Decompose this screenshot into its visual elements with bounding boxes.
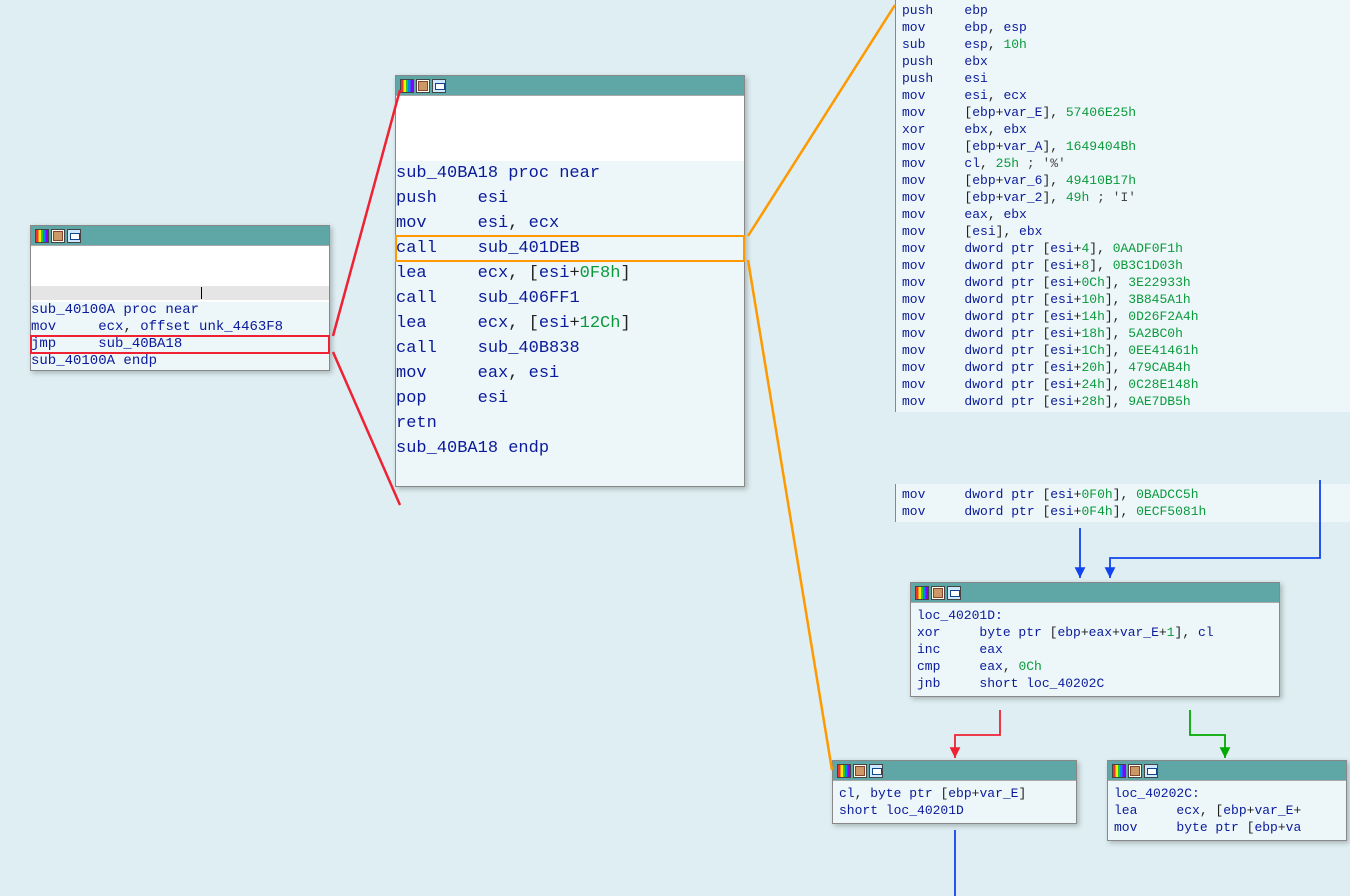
graph-icon[interactable] xyxy=(1144,764,1158,778)
asm-line[interactable]: mov ecx, offset unk_4463F8 xyxy=(31,319,329,336)
code-block: sub_40BA18 proc nearpush esimov esi, ecx… xyxy=(396,161,744,461)
asm-line[interactable]: push ebp xyxy=(902,2,1344,19)
code-block: sub_40100A proc nearmov ecx, offset unk_… xyxy=(31,302,329,370)
asm-line[interactable]: push esi xyxy=(396,186,744,211)
graph-node-sub_40100A[interactable]: sub_40100A proc nearmov ecx, offset unk_… xyxy=(30,225,330,371)
asm-line[interactable]: mov esi, ecx xyxy=(902,87,1344,104)
asm-line[interactable]: cl, byte ptr [ebp+var_E] xyxy=(839,785,1070,802)
asm-line[interactable]: mov dword ptr [esi+0F4h], 0ECF5081h xyxy=(902,503,1344,520)
asm-line[interactable]: mov eax, ebx xyxy=(902,206,1344,223)
graph-node-tail[interactable]: mov dword ptr [esi+0F0h], 0BADCC5hmov dw… xyxy=(895,484,1350,522)
asm-line[interactable]: short loc_40201D xyxy=(839,802,1070,819)
graph-node-bottom-left[interactable]: cl, byte ptr [ebp+var_E]short loc_40201D xyxy=(832,760,1077,824)
config-icon[interactable] xyxy=(1128,764,1142,778)
loc-label: loc_40202C: xyxy=(1114,786,1200,801)
asm-line[interactable]: inc eax xyxy=(917,641,1273,658)
asm-line[interactable]: mov dword ptr [esi+0Ch], 3E22933h xyxy=(902,274,1344,291)
asm-line[interactable]: mov dword ptr [esi+20h], 479CAB4h xyxy=(902,359,1344,376)
asm-line[interactable]: call sub_401DEB xyxy=(396,236,744,261)
asm-line[interactable]: sub_40BA18 proc near xyxy=(396,161,744,186)
asm-line[interactable]: lea ecx, [esi+12Ch] xyxy=(396,311,744,336)
palette-icon[interactable] xyxy=(1112,764,1126,778)
asm-line[interactable]: call sub_40B838 xyxy=(396,336,744,361)
asm-line[interactable]: mov [ebp+var_E], 57406E25h xyxy=(902,104,1344,121)
code-block: loc_40201D: xor byte ptr [ebp+eax+var_E+… xyxy=(911,603,1279,696)
asm-line[interactable]: mov ebp, esp xyxy=(902,19,1344,36)
palette-icon[interactable] xyxy=(35,229,49,243)
asm-line[interactable]: mov eax, esi xyxy=(396,361,744,386)
asm-line[interactable]: mov dword ptr [esi+0F0h], 0BADCC5h xyxy=(902,486,1344,503)
asm-line[interactable]: sub_40BA18 endp xyxy=(396,436,744,461)
node-titlebar xyxy=(833,761,1076,781)
node-titlebar xyxy=(911,583,1279,603)
asm-line[interactable]: mov [esi], ebx xyxy=(902,223,1344,240)
asm-line[interactable]: call sub_406FF1 xyxy=(396,286,744,311)
asm-line[interactable]: mov [ebp+var_2], 49h ; 'I' xyxy=(902,189,1344,206)
asm-line[interactable]: push ebx xyxy=(902,53,1344,70)
code-block: mov dword ptr [esi+0F0h], 0BADCC5hmov dw… xyxy=(896,484,1350,522)
loc-label: loc_40201D: xyxy=(917,608,1003,623)
asm-line[interactable]: xor ebx, ebx xyxy=(902,121,1344,138)
asm-line[interactable]: mov dword ptr [esi+14h], 0D26F2A4h xyxy=(902,308,1344,325)
config-icon[interactable] xyxy=(51,229,65,243)
graph-node-loc_40201D[interactable]: loc_40201D: xor byte ptr [ebp+eax+var_E+… xyxy=(910,582,1280,697)
config-icon[interactable] xyxy=(416,79,430,93)
asm-line[interactable]: sub esp, 10h xyxy=(902,36,1344,53)
code-block: push ebpmov ebp, espsub esp, 10hpush ebx… xyxy=(896,0,1350,412)
asm-line[interactable]: sub_40100A proc near xyxy=(31,302,329,319)
asm-line[interactable]: mov dword ptr [esi+28h], 9AE7DB5h xyxy=(902,393,1344,410)
asm-line[interactable]: mov [ebp+var_A], 1649404Bh xyxy=(902,138,1344,155)
graph-icon[interactable] xyxy=(432,79,446,93)
asm-line[interactable]: sub_40100A endp xyxy=(31,353,329,370)
config-icon[interactable] xyxy=(853,764,867,778)
asm-line[interactable]: mov dword ptr [esi+8], 0B3C1D03h xyxy=(902,257,1344,274)
palette-icon[interactable] xyxy=(400,79,414,93)
graph-icon[interactable] xyxy=(67,229,81,243)
asm-line[interactable]: xor byte ptr [ebp+eax+var_E+1], cl xyxy=(917,624,1273,641)
code-block: loc_40202C: lea ecx, [ebp+var_E+mov byte… xyxy=(1108,781,1346,840)
asm-line[interactable]: jnb short loc_40202C xyxy=(917,675,1273,692)
asm-line[interactable]: mov dword ptr [esi+1Ch], 0EE41461h xyxy=(902,342,1344,359)
node-blank xyxy=(31,246,329,286)
graph-icon[interactable] xyxy=(869,764,883,778)
asm-line[interactable]: mov dword ptr [esi+4], 0AADF0F1h xyxy=(902,240,1344,257)
asm-line[interactable]: mov dword ptr [esi+18h], 5A2BC0h xyxy=(902,325,1344,342)
asm-line[interactable]: push esi xyxy=(902,70,1344,87)
graph-node-sub_401DEB[interactable]: push ebpmov ebp, espsub esp, 10hpush ebx… xyxy=(895,0,1350,412)
code-block: cl, byte ptr [ebp+var_E]short loc_40201D xyxy=(833,781,1076,823)
node-titlebar xyxy=(31,226,329,246)
node-blank xyxy=(396,96,744,161)
asm-line[interactable]: cmp eax, 0Ch xyxy=(917,658,1273,675)
palette-icon[interactable] xyxy=(837,764,851,778)
asm-line[interactable]: lea ecx, [ebp+var_E+ xyxy=(1114,802,1340,819)
highlighted-row xyxy=(31,286,329,300)
asm-line[interactable]: mov dword ptr [esi+10h], 3B845A1h xyxy=(902,291,1344,308)
palette-icon[interactable] xyxy=(915,586,929,600)
asm-line[interactable]: mov [ebp+var_6], 49410B17h xyxy=(902,172,1344,189)
asm-line[interactable]: jmp sub_40BA18 xyxy=(31,336,329,353)
asm-line[interactable]: mov byte ptr [ebp+va xyxy=(1114,819,1340,836)
node-titlebar xyxy=(396,76,744,96)
graph-node-sub_40BA18[interactable]: sub_40BA18 proc nearpush esimov esi, ecx… xyxy=(395,75,745,487)
config-icon[interactable] xyxy=(931,586,945,600)
asm-line[interactable]: retn xyxy=(396,411,744,436)
node-titlebar xyxy=(1108,761,1346,781)
asm-line[interactable]: mov esi, ecx xyxy=(396,211,744,236)
asm-line[interactable]: lea ecx, [esi+0F8h] xyxy=(396,261,744,286)
asm-line[interactable]: pop esi xyxy=(396,386,744,411)
graph-node-loc_40202C[interactable]: loc_40202C: lea ecx, [ebp+var_E+mov byte… xyxy=(1107,760,1347,841)
asm-line[interactable]: mov cl, 25h ; '%' xyxy=(902,155,1344,172)
graph-icon[interactable] xyxy=(947,586,961,600)
asm-line[interactable]: mov dword ptr [esi+24h], 0C28E148h xyxy=(902,376,1344,393)
